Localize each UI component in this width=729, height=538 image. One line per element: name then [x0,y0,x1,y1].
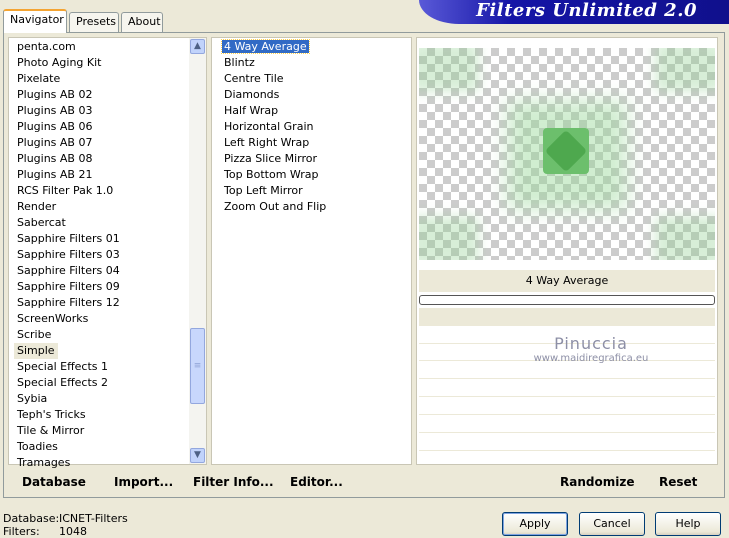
parameter-row [419,381,715,397]
editor-button[interactable]: Editor... [290,475,343,489]
filter-item-label: Half Wrap [224,104,279,117]
filter-item-label: Horizontal Grain [224,120,314,133]
tab-bar: Navigator Presets About Filters Unlimite… [0,0,729,33]
chevron-up-icon: ▲ [194,41,201,51]
filter-item[interactable]: Top Bottom Wrap [222,167,411,183]
filter-item-label: Top Left Mirror [224,184,303,197]
filter-item[interactable]: Zoom Out and Flip [222,199,411,215]
category-item[interactable]: Special Effects 2 [17,375,206,391]
tab-navigator[interactable]: Navigator [3,9,67,33]
filter-item-label: 4 Way Average [221,39,310,54]
banner-title: Filters Unlimited 2.0 [476,0,697,21]
scroll-up-button[interactable]: ▲ [190,39,205,54]
category-scrollbar[interactable]: ▲ ≡ ▼ [189,38,206,464]
watermark: Pinuccia www.maidiregrafica.eu [417,334,717,364]
filter-items: 4 Way Average Blintz Centre Tile Diamonds Ha… [212,38,411,215]
filter-item[interactable]: Half Wrap [222,103,411,119]
category-items: penta.com Photo Aging Kit Pixelate Plugins … [9,38,206,471]
filter-item[interactable]: Top Left Mirror [222,183,411,199]
parameter-row [419,399,715,415]
database-value: ICNET-Filters [59,512,128,525]
category-item[interactable]: Tile & Mirror [17,423,206,439]
filter-item[interactable]: Horizontal Grain [222,119,411,135]
navigator-toolbar: Database Import... Filter Info... Editor… [8,470,412,494]
category-item[interactable]: Pixelate [17,71,206,87]
database-label: Database: [3,512,60,525]
category-item[interactable]: penta.com [17,39,206,55]
category-item[interactable]: Special Effects 1 [17,359,206,375]
scroll-thumb[interactable]: ≡ [190,328,205,404]
category-item[interactable]: Render [17,199,206,215]
filter-item[interactable]: Blintz [222,55,411,71]
category-item[interactable]: Sapphire Filters 09 [17,279,206,295]
filter-item-label: Pizza Slice Mirror [224,152,318,165]
grip-icon: ≡ [193,361,202,371]
filters-count-label: Filters: [3,525,40,538]
category-item[interactable]: Sapphire Filters 12 [17,295,206,311]
category-item[interactable]: Teph's Tricks [17,407,206,423]
category-item[interactable]: Sabercat [17,215,206,231]
tab-presets[interactable]: Presets [69,12,119,32]
filter-info-button[interactable]: Filter Info... [193,475,274,489]
apply-button[interactable]: Apply [502,512,568,536]
progress-bar [419,295,715,305]
category-item[interactable]: Plugins AB 08 [17,151,206,167]
filter-item-label: Centre Tile [224,72,284,85]
filters-count-value: 1048 [59,525,87,538]
category-item[interactable]: Plugins AB 06 [17,119,206,135]
preview-panel: 4 Way Average Pinuccia www.maidiregrafic… [416,37,718,469]
filter-item-label: Blintz [224,56,255,69]
category-item[interactable]: Simple [14,343,58,359]
banner: Filters Unlimited 2.0 [419,0,729,24]
parameter-area [419,308,715,326]
filter-item[interactable]: 4 Way Average [221,39,411,55]
filter-item[interactable]: Pizza Slice Mirror [222,151,411,167]
randomize-button[interactable]: Randomize [560,475,634,489]
category-item[interactable]: Sapphire Filters 03 [17,247,206,263]
preview-image [419,48,715,260]
parameter-row [419,363,715,379]
preview-toolbar: Randomize Reset [416,470,718,494]
reset-button[interactable]: Reset [659,475,697,489]
cancel-button[interactable]: Cancel [579,512,645,536]
database-info: Database:ICNET-Filters Filters: 1048 [3,512,128,538]
filter-item[interactable]: Left Right Wrap [222,135,411,151]
category-item[interactable]: Plugins AB 03 [17,103,206,119]
category-list[interactable]: penta.com Photo Aging Kit Pixelate Plugins … [8,37,207,469]
category-item[interactable]: Tramages [17,455,206,471]
help-button[interactable]: Help [655,512,721,536]
category-item[interactable]: Scribe [17,327,206,343]
watermark-url: www.maidiregrafica.eu [533,353,649,364]
category-item[interactable]: Plugins AB 02 [17,87,206,103]
category-item[interactable]: Plugins AB 07 [17,135,206,151]
filter-item-label: Left Right Wrap [224,136,310,149]
parameter-row [419,435,715,451]
watermark-title: Pinuccia [554,334,628,353]
filter-item[interactable]: Centre Tile [222,71,411,87]
category-item[interactable]: Toadies [17,439,206,455]
category-item[interactable]: Sapphire Filters 01 [17,231,206,247]
scroll-down-button[interactable]: ▼ [190,448,205,463]
preview-filter-name: 4 Way Average [419,270,715,292]
navigator-panel: penta.com Photo Aging Kit Pixelate Plugins … [3,32,725,498]
category-item[interactable]: Sybia [17,391,206,407]
import-button[interactable]: Import... [114,475,173,489]
category-item[interactable]: Sapphire Filters 04 [17,263,206,279]
category-item[interactable]: Plugins AB 21 [17,167,206,183]
category-item[interactable]: RCS Filter Pak 1.0 [17,183,206,199]
chevron-down-icon: ▼ [194,450,201,460]
category-item[interactable]: Photo Aging Kit [17,55,206,71]
filter-item-label: Diamonds [224,88,280,101]
database-button[interactable]: Database [22,475,86,489]
category-item[interactable]: ScreenWorks [17,311,206,327]
parameter-row [419,417,715,433]
filter-item[interactable]: Diamonds [222,87,411,103]
filter-item-label: Top Bottom Wrap [224,168,319,181]
tab-about[interactable]: About [121,12,163,32]
parameter-row [419,453,715,469]
filter-list[interactable]: 4 Way Average Blintz Centre Tile Diamonds Ha… [211,37,412,465]
filter-item-label: Zoom Out and Flip [224,200,327,213]
